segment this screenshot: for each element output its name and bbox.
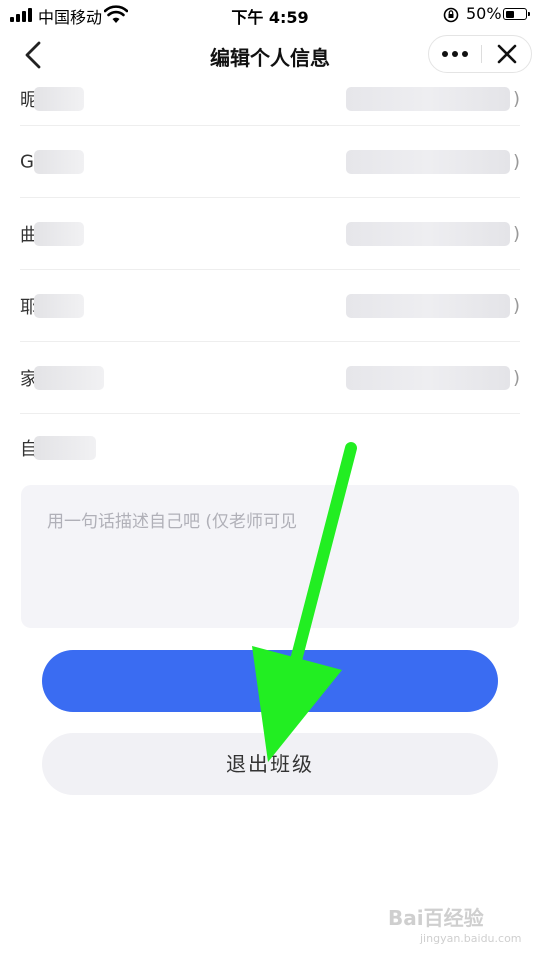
blurred-label xyxy=(34,86,84,111)
blurred-label xyxy=(34,149,84,174)
chevron-right-icon: ) xyxy=(512,88,520,110)
watermark-url: jingyan.baidu.com xyxy=(420,932,522,945)
form-row-email[interactable]: 曲 ) xyxy=(20,198,520,270)
blurred-label xyxy=(34,293,84,318)
blurred-value xyxy=(346,86,510,111)
chevron-right-icon: ) xyxy=(512,367,520,388)
form-row-intro: 自 xyxy=(20,418,520,478)
clock: 下午 4:59 xyxy=(231,8,309,27)
form-row-occupation[interactable]: 耶 ) xyxy=(20,270,520,342)
chevron-right-icon: ) xyxy=(512,223,520,244)
blurred-label xyxy=(34,436,96,460)
blurred-label xyxy=(34,365,104,390)
intro-textarea[interactable] xyxy=(21,485,519,628)
row-label: G xyxy=(20,151,34,172)
blurred-value xyxy=(346,365,510,390)
form-row-nickname[interactable]: 昵 ) xyxy=(20,56,520,126)
watermark-brand: Bai百经验 xyxy=(388,906,484,930)
chevron-right-icon: ) xyxy=(512,295,520,316)
watermark: Bai百经验 jingyan.baidu.com xyxy=(388,902,522,952)
blurred-value xyxy=(346,149,510,174)
blurred-value xyxy=(346,221,510,246)
blurred-value xyxy=(346,293,510,318)
chevron-right-icon: ) xyxy=(512,151,520,172)
rotation-lock-icon xyxy=(443,7,459,23)
battery-icon xyxy=(503,8,530,20)
blurred-label xyxy=(34,221,84,246)
status-bar: 中国移动 下午 4:59 50% xyxy=(0,0,540,30)
form-row-gender[interactable]: G ) xyxy=(20,126,520,198)
save-button[interactable]: 保 xyxy=(42,650,498,712)
form-row-home[interactable]: 家 ) xyxy=(20,342,520,414)
battery-percent: 50% xyxy=(466,4,502,23)
quit-class-button[interactable]: 退出班级 xyxy=(42,733,498,795)
